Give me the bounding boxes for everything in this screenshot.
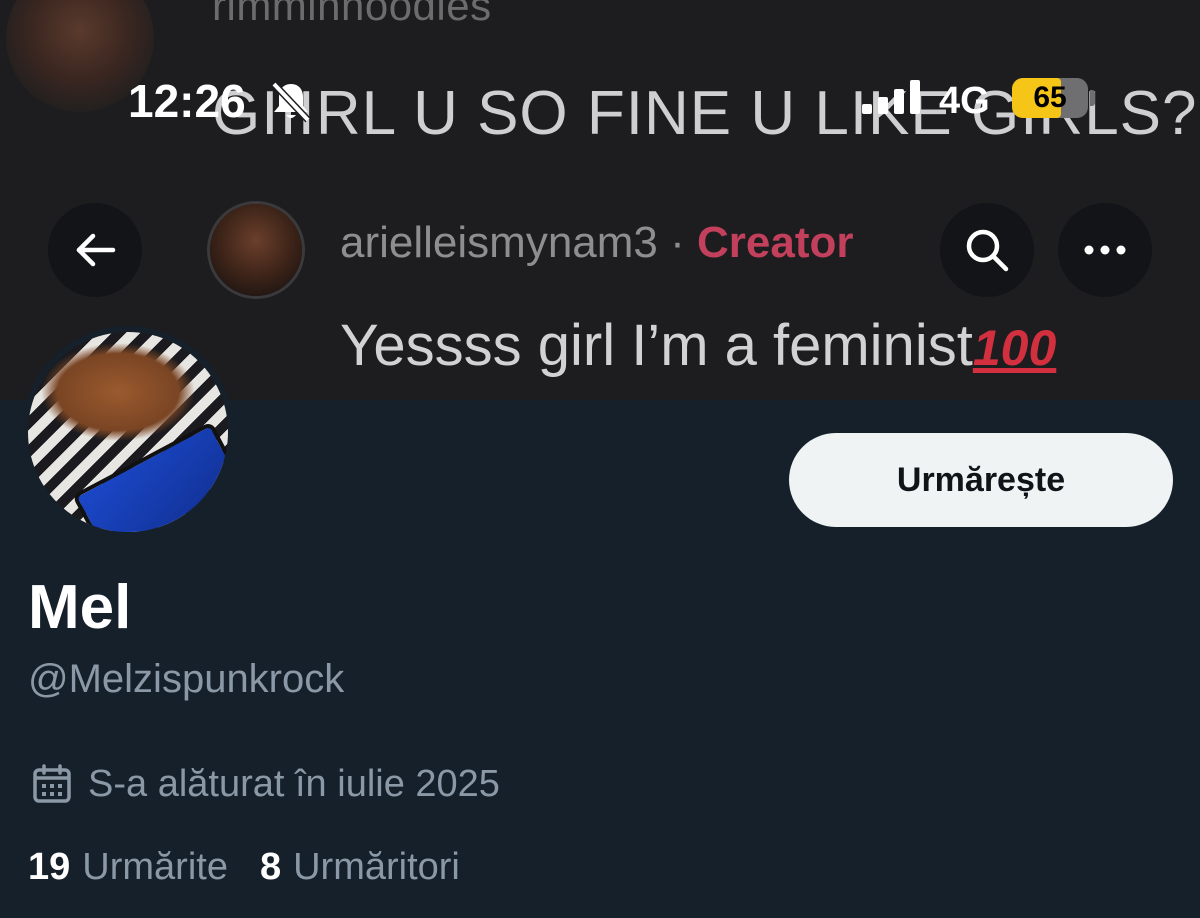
banner-creator-line: arielleismynam3 · Creator — [340, 218, 854, 268]
battery-tip — [1090, 90, 1095, 106]
battery-level: 65 — [1033, 81, 1067, 114]
more-horizontal-icon — [1084, 245, 1126, 255]
follow-stats: 19 Urmărite 8 Urmăritori — [28, 846, 460, 889]
followers-count: 8 — [259, 846, 282, 888]
calendar-icon — [33, 764, 71, 803]
joined-date-text: S-a alăturat în iulie 2025 — [88, 762, 500, 805]
avatar-photo — [28, 332, 228, 532]
cellular-signal-icon — [862, 80, 922, 114]
joined-date-row: S-a alăturat în iulie 2025 — [32, 762, 500, 806]
following-count: 19 — [28, 846, 71, 888]
banner-reply-text: Yessss girl I’m a feminist — [340, 313, 973, 378]
followers-label: Urmăritori — [293, 846, 460, 888]
following-label: Urmărite — [82, 846, 228, 888]
network-type: 4G — [939, 80, 990, 122]
banner-commenter-username: rimminnoodles — [212, 0, 492, 29]
back-button[interactable] — [48, 203, 142, 297]
followers-link[interactable]: 8 Urmăritori — [260, 846, 460, 889]
banner-creator-tag: Creator — [697, 218, 854, 267]
banner-reply-line: Yessss girl I’m a feminist100 — [340, 312, 1056, 379]
profile-handle: @Melzispunkrock — [28, 657, 345, 701]
banner-creator-avatar — [210, 204, 302, 296]
following-link[interactable]: 19 Urmărite — [28, 846, 228, 889]
profile-avatar[interactable] — [22, 326, 234, 538]
battery-icon: 65 — [1012, 78, 1088, 118]
avatar-photo-tablet — [71, 421, 228, 532]
hundred-points-emoji: 100 — [972, 320, 1057, 376]
status-time: 12:26 — [128, 75, 246, 127]
more-options-button[interactable] — [1058, 203, 1152, 297]
banner-creator-separator: · — [657, 218, 697, 267]
bell-off-icon — [268, 80, 314, 124]
arrow-left-icon — [76, 233, 116, 267]
search-icon — [966, 229, 1009, 272]
search-button[interactable] — [940, 203, 1034, 297]
profile-display-name: Mel — [28, 573, 132, 642]
banner-creator-username: arielleismynam3 — [340, 218, 658, 267]
follow-button[interactable]: Urmărește — [789, 433, 1173, 527]
